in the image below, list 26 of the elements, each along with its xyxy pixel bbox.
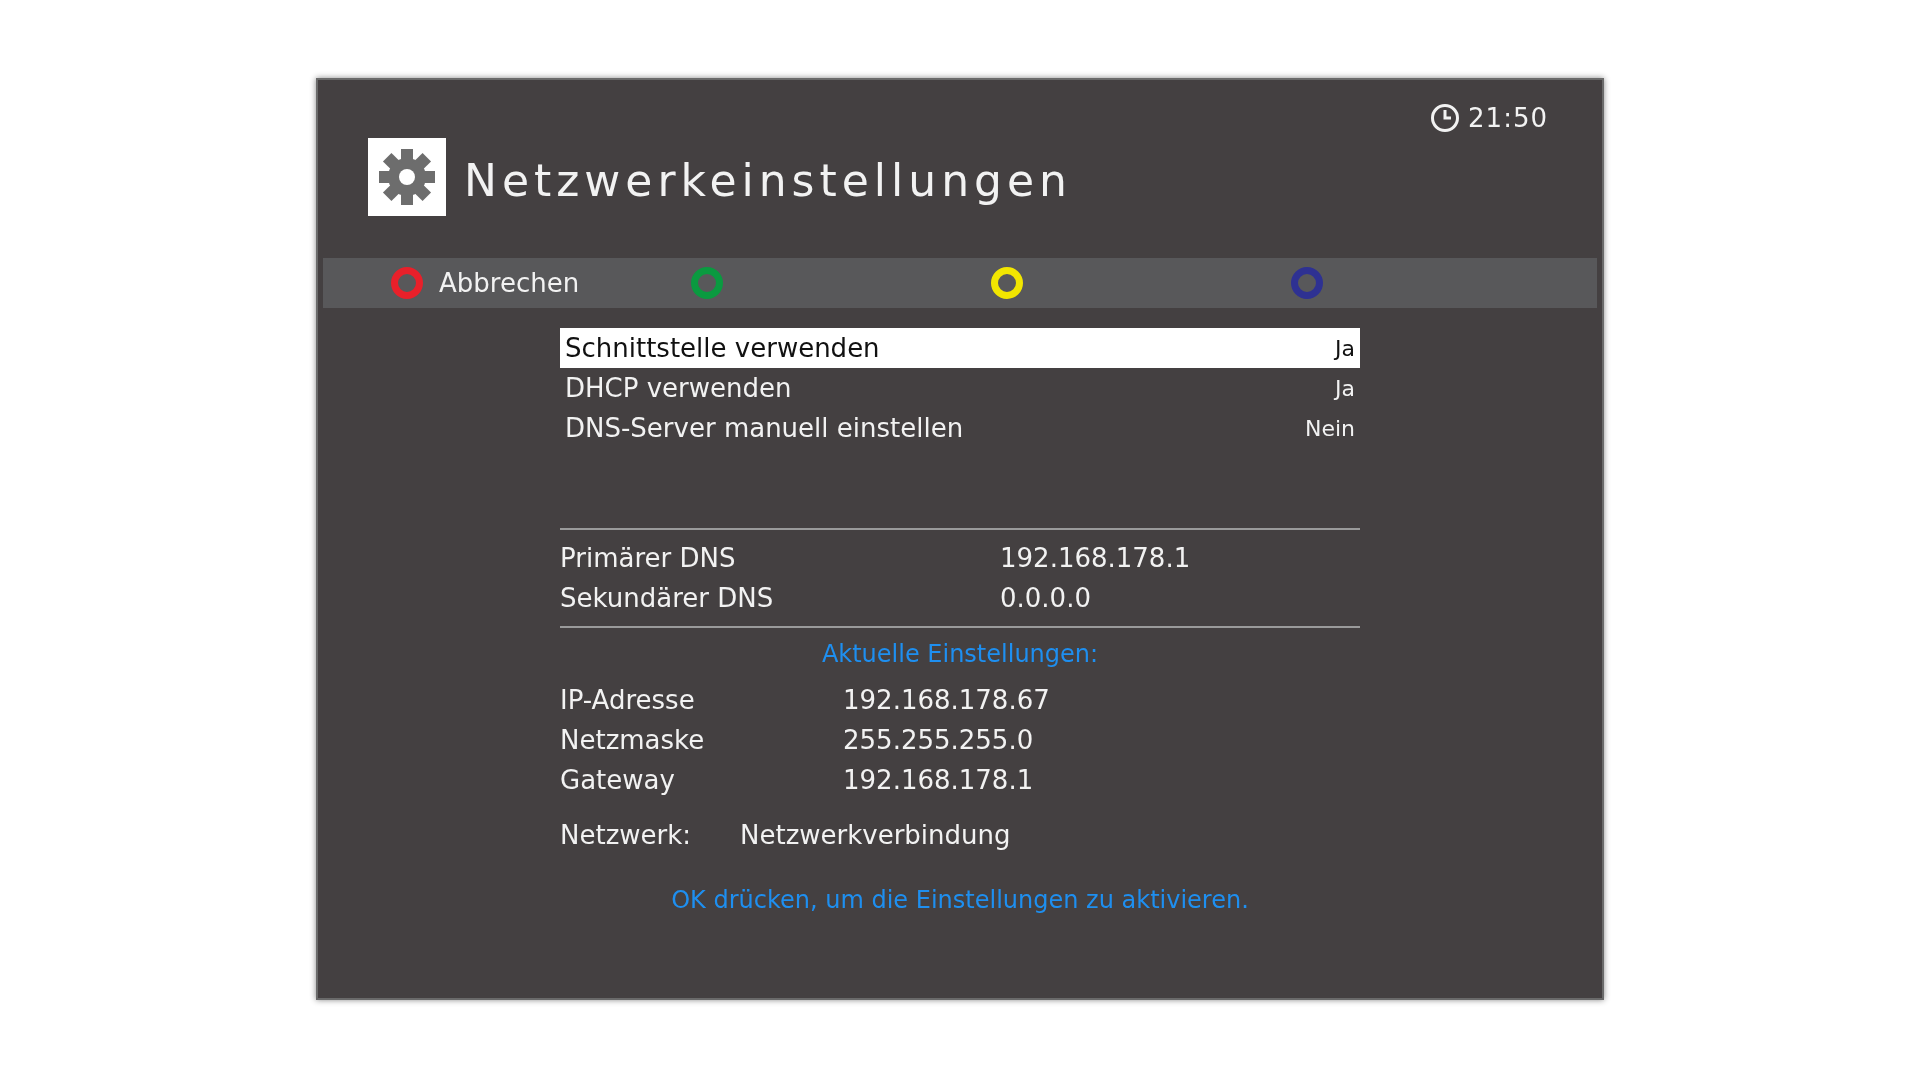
- menu-row[interactable]: Schnittstelle verwenden Ja: [560, 328, 1360, 368]
- dns-value: 0.0.0.0: [1000, 581, 1091, 615]
- menu-label: Schnittstelle verwenden: [565, 331, 880, 365]
- menu-label: DNS-Server manuell einstellen: [565, 411, 964, 445]
- dns-value: 192.168.178.1: [1000, 541, 1191, 575]
- screen-title: Netzwerkeinstellungen: [464, 154, 1072, 208]
- network-value: Netzwerkverbindung: [740, 819, 1011, 852]
- setting-label: Gateway: [560, 763, 676, 797]
- menu-value: Nein: [1304, 414, 1355, 443]
- menu-value: Ja: [1335, 374, 1355, 403]
- key-label: Abbrechen: [439, 266, 580, 300]
- setting-value: 192.168.178.1: [843, 763, 1034, 797]
- menu-row[interactable]: DHCP verwenden Ja: [560, 368, 1360, 408]
- network-label: Netzwerk:: [560, 819, 693, 852]
- hint-text: OK drücken, um die Einstellungen zu aktivieren.: [671, 886, 1249, 914]
- setting-label: Netzmaske: [560, 723, 706, 757]
- menu-row[interactable]: DNS-Server manuell einstellen Nein: [560, 408, 1360, 448]
- menu-label: DHCP verwenden: [565, 371, 792, 405]
- setting-value: 255.255.255.0: [843, 723, 1034, 757]
- setting-value: 192.168.178.67: [843, 683, 1050, 717]
- dns-label: Sekundärer DNS: [560, 581, 775, 615]
- dns-label: Primärer DNS: [560, 541, 737, 575]
- setting-label: IP-Adresse: [560, 683, 696, 717]
- section-heading: Aktuelle Einstellungen:: [820, 639, 1100, 670]
- clock-time: 21:50: [1468, 101, 1548, 135]
- menu-value: Ja: [1335, 334, 1355, 363]
